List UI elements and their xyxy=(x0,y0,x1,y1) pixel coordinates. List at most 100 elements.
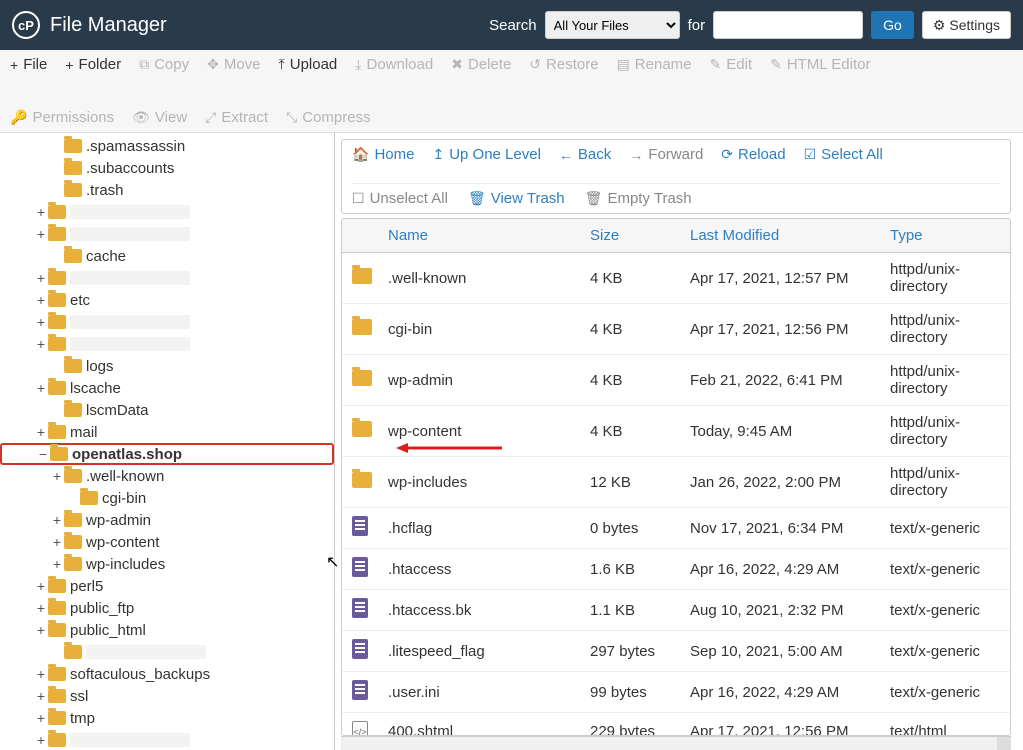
cell-name: wp-includes xyxy=(378,466,580,499)
settings-button[interactable]: ⚙ Settings xyxy=(922,11,1011,39)
for-label: for xyxy=(688,17,706,34)
empty-trash-button[interactable]: 🗑Empty Trash xyxy=(585,190,692,207)
view-trash-button[interactable]: 🗑View Trash xyxy=(468,190,565,207)
select-all-button[interactable]: ☑Select All xyxy=(804,146,883,163)
tree-item[interactable]: + xyxy=(0,267,334,289)
tree-toggle-icon[interactable]: + xyxy=(34,600,48,616)
col-type[interactable]: Type xyxy=(880,219,1010,252)
tree-toggle-icon[interactable]: + xyxy=(50,512,64,528)
col-size[interactable]: Size xyxy=(580,219,680,252)
unselect-all-button[interactable]: ☐Unselect All xyxy=(352,190,448,207)
file-btn[interactable]: +File xyxy=(10,56,47,73)
download-btn: ⤓Download xyxy=(355,56,433,73)
tree-label: wp-content xyxy=(86,534,159,551)
table-row[interactable]: .litespeed_flag297 bytesSep 10, 2021, 5:… xyxy=(342,631,1010,672)
tree-toggle-icon[interactable]: + xyxy=(34,666,48,682)
tree-toggle-icon[interactable]: + xyxy=(34,270,48,286)
table-row[interactable]: .well-known4 KBApr 17, 2021, 12:57 PMhtt… xyxy=(342,253,1010,304)
tree-item[interactable]: −openatlas.shop xyxy=(0,443,334,465)
tree-item[interactable]: + ssl xyxy=(0,685,334,707)
home-icon: 🏠 xyxy=(352,146,369,163)
table-row[interactable]: .user.ini99 bytesApr 16, 2022, 4:29 AMte… xyxy=(342,672,1010,713)
tree-toggle-icon[interactable]: + xyxy=(34,226,48,242)
tree-item[interactable]: logs xyxy=(0,355,334,377)
tree-toggle-icon[interactable]: + xyxy=(34,380,48,396)
folder-icon xyxy=(64,139,82,153)
tree-item[interactable]: + xyxy=(0,729,334,750)
folder-tree-pane[interactable]: .spamassassin.subaccounts.trash++cache++… xyxy=(0,133,335,750)
back-button[interactable]: ←Back xyxy=(559,146,611,163)
tree-toggle-icon[interactable]: + xyxy=(34,336,48,352)
tree-toggle-icon[interactable]: + xyxy=(50,468,64,484)
back-icon: ← xyxy=(559,147,573,163)
tree-item[interactable] xyxy=(0,641,334,663)
tree-item[interactable]: lscmData xyxy=(0,399,334,421)
move-btn: ✥Move xyxy=(207,56,260,73)
tree-item[interactable]: + wp-content xyxy=(0,531,334,553)
folder-icon xyxy=(48,227,66,241)
tree-item[interactable]: +.well-known xyxy=(0,465,334,487)
forward-button[interactable]: →Forward xyxy=(629,146,703,163)
up-one-level-button[interactable]: ↥Up One Level xyxy=(432,146,540,163)
tree-toggle-icon[interactable]: + xyxy=(34,292,48,308)
table-row[interactable]: .htaccess1.6 KBApr 16, 2022, 4:29 AMtext… xyxy=(342,549,1010,590)
tree-item[interactable]: + xyxy=(0,311,334,333)
tree-toggle-icon[interactable]: + xyxy=(50,534,64,550)
search-input[interactable] xyxy=(713,11,863,39)
tree-toggle-icon[interactable]: − xyxy=(36,446,50,462)
tree-item[interactable]: + softaculous_backups xyxy=(0,663,334,685)
tree-item[interactable]: +tmp xyxy=(0,707,334,729)
tree-toggle-icon[interactable]: + xyxy=(34,424,48,440)
table-row[interactable]: .hcflag0 bytesNov 17, 2021, 6:34 PMtext/… xyxy=(342,508,1010,549)
tree-toggle-icon[interactable]: + xyxy=(34,204,48,220)
tree-toggle-icon[interactable]: + xyxy=(34,688,48,704)
reload-button[interactable]: ⟳Reload xyxy=(721,146,785,163)
file-table[interactable]: .well-known4 KBApr 17, 2021, 12:57 PMhtt… xyxy=(341,253,1011,736)
tree-item[interactable]: +mail xyxy=(0,421,334,443)
tree-item[interactable]: + xyxy=(0,333,334,355)
tree-toggle-icon[interactable]: + xyxy=(34,314,48,330)
upload-btn[interactable]: ⤒Upload xyxy=(279,56,338,73)
folder-icon xyxy=(48,205,66,219)
tree-toggle-icon[interactable]: + xyxy=(34,732,48,748)
tree-item[interactable]: .trash xyxy=(0,179,334,201)
tree-item[interactable]: cache xyxy=(0,245,334,267)
tree-label: cache xyxy=(86,248,126,265)
cell-modified: Sep 10, 2021, 5:00 AM xyxy=(680,635,880,668)
cell-type: text/x-generic xyxy=(880,676,1010,709)
tree-label: .trash xyxy=(86,182,124,199)
folder-btn[interactable]: +Folder xyxy=(65,56,121,73)
tree-toggle-icon[interactable]: + xyxy=(34,578,48,594)
tree-item[interactable]: +perl5 xyxy=(0,575,334,597)
tree-item[interactable]: + xyxy=(0,223,334,245)
go-button[interactable]: Go xyxy=(871,11,914,39)
home-button[interactable]: 🏠Home xyxy=(352,146,414,163)
tree-label: softaculous_backups xyxy=(70,666,210,683)
col-modified[interactable]: Last Modified xyxy=(680,219,880,252)
tree-toggle-icon[interactable]: + xyxy=(50,556,64,572)
table-row[interactable]: </>400.shtml229 bytesApr 17, 2021, 12:56… xyxy=(342,713,1010,736)
table-row[interactable]: wp-content4 KBToday, 9:45 AMhttpd/unix-d… xyxy=(342,406,1010,457)
tree-item[interactable]: cgi-bin xyxy=(0,487,334,509)
tree-item[interactable]: +wp-admin xyxy=(0,509,334,531)
tree-item[interactable]: +lscache xyxy=(0,377,334,399)
table-row[interactable]: wp-includes12 KBJan 26, 2022, 2:00 PMhtt… xyxy=(342,457,1010,508)
tree-item[interactable]: .spamassassin xyxy=(0,135,334,157)
tree-item[interactable]: + xyxy=(0,201,334,223)
search-scope-select[interactable]: All Your Files xyxy=(545,11,680,39)
tree-toggle-icon[interactable]: + xyxy=(34,710,48,726)
tree-toggle-icon[interactable]: + xyxy=(34,622,48,638)
tree-label: ssl xyxy=(70,688,88,705)
folder-icon xyxy=(64,183,82,197)
tree-item[interactable]: +etc xyxy=(0,289,334,311)
table-row[interactable]: cgi-bin4 KBApr 17, 2021, 12:56 PMhttpd/u… xyxy=(342,304,1010,355)
tree-item[interactable]: +public_html xyxy=(0,619,334,641)
horizontal-scrollbar[interactable] xyxy=(341,736,1011,750)
folder-icon xyxy=(64,513,82,527)
tree-item[interactable]: .subaccounts xyxy=(0,157,334,179)
col-name[interactable]: Name xyxy=(378,219,580,252)
table-row[interactable]: .htaccess.bk1.1 KBAug 10, 2021, 2:32 PMt… xyxy=(342,590,1010,631)
table-row[interactable]: wp-admin4 KBFeb 21, 2022, 6:41 PMhttpd/u… xyxy=(342,355,1010,406)
tree-item[interactable]: +wp-includes xyxy=(0,553,334,575)
tree-item[interactable]: +public_ftp xyxy=(0,597,334,619)
